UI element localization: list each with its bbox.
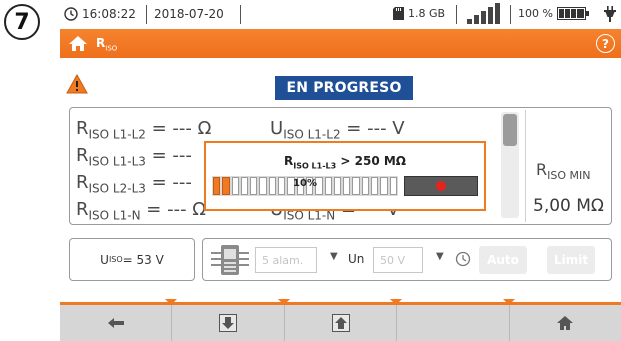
alarm-dropdown[interactable]: 5 alam. xyxy=(255,247,317,273)
chevron-down-icon[interactable]: ▼ xyxy=(330,251,338,262)
r-subscript: ISO L2-L3 xyxy=(88,181,146,196)
bottom-navigation xyxy=(60,299,621,341)
battery-icon xyxy=(556,7,589,20)
storage-text: 1.8 GB xyxy=(408,7,446,20)
voltage-row-l1-l2: UISO L1-L2 = --- V xyxy=(270,118,405,142)
uiso-symbol: U xyxy=(100,252,109,267)
title-bar: RISO ? xyxy=(60,29,621,58)
uiso-display[interactable]: U ISO = 53 V xyxy=(69,238,195,281)
un-dropdown[interactable]: 50 V xyxy=(373,247,423,273)
meter-screen: 7 16:08:22 2018-07-20 1.8 GB 100 % RISO … xyxy=(0,0,621,341)
chevron-down-icon[interactable]: ▼ xyxy=(436,251,444,262)
r-value: = --- Ω xyxy=(140,199,207,220)
time-text: 16:08:22 xyxy=(82,7,136,21)
r-symbol: R xyxy=(76,118,89,139)
help-icon[interactable]: ? xyxy=(596,34,615,53)
limit-button[interactable]: Limit xyxy=(547,246,595,274)
warning-icon xyxy=(66,74,88,94)
divider xyxy=(510,5,511,24)
r-symbol: R xyxy=(76,172,89,193)
nav-page-down-button[interactable] xyxy=(172,299,290,341)
rmin-value: 5,00 MΩ xyxy=(533,196,604,216)
u-value: = --- V xyxy=(340,118,405,139)
rmin-symbol: R xyxy=(536,160,548,179)
progress-percent: 10% xyxy=(293,178,317,189)
u-subscript: ISO L1-L2 xyxy=(283,127,341,142)
divider xyxy=(456,5,457,24)
r-subscript: ISO L1-N xyxy=(88,208,141,223)
alarm-value: 5 alam. xyxy=(262,254,304,267)
uiso-subscript: ISO xyxy=(108,255,123,264)
power-plug-icon xyxy=(604,6,616,22)
auto-button[interactable]: Auto xyxy=(479,246,527,274)
popup-threshold: > 250 MΩ xyxy=(336,154,406,168)
r-value: = --- xyxy=(145,172,192,193)
stop-icon xyxy=(436,181,446,191)
timer-icon[interactable] xyxy=(455,251,471,267)
u-symbol: U xyxy=(270,118,284,139)
popup-r-symbol: R xyxy=(283,154,294,168)
page-down-icon xyxy=(219,314,238,332)
date-text: 2018-07-20 xyxy=(154,7,224,21)
title-main: R xyxy=(96,36,106,50)
date-readout: 2018-07-20 xyxy=(154,7,224,21)
result-row-l1-l2: RISO L1-L2 = --- Ω xyxy=(76,118,211,142)
battery-readout: 100 % xyxy=(518,7,589,20)
r-symbol: R xyxy=(76,145,89,166)
clock-readout: 16:08:22 xyxy=(64,7,136,21)
r-value: = --- Ω xyxy=(145,118,212,139)
progress-popup: RISO L1-L3 > 250 MΩ 10% xyxy=(204,141,486,211)
meter-icon[interactable] xyxy=(211,243,249,277)
signal-strength xyxy=(466,3,502,25)
page-up-icon xyxy=(331,314,350,332)
rmin-label: RISO MIN xyxy=(536,160,590,182)
nav-empty-button[interactable] xyxy=(397,299,515,341)
uiso-value: = 53 V xyxy=(122,252,164,267)
divider xyxy=(146,5,147,24)
storage-readout: 1.8 GB xyxy=(393,7,445,20)
home-icon xyxy=(557,316,574,330)
step-number-badge: 7 xyxy=(4,4,40,40)
un-value: 50 V xyxy=(380,254,406,267)
nav-page-up-button[interactable] xyxy=(285,299,403,341)
status-bar: 16:08:22 2018-07-20 1.8 GB 100 % xyxy=(60,0,621,29)
home-icon[interactable] xyxy=(68,35,88,52)
popup-title: RISO L1-L3 > 250 MΩ xyxy=(206,154,484,170)
popup-r-subscript: ISO L1-L3 xyxy=(293,161,337,171)
results-scrollbar[interactable] xyxy=(501,112,519,218)
clock-icon xyxy=(64,7,78,21)
signal-bars-icon xyxy=(467,3,500,24)
measurement-status-banner: EN PROGRESO xyxy=(275,76,413,100)
parameter-bar: 5 alam. ▼ Un 50 V ▼ Auto Limit xyxy=(202,238,612,281)
divider xyxy=(525,110,526,222)
result-row-l1-n: RISO L1-N = --- Ω xyxy=(76,199,206,223)
nav-home-button[interactable] xyxy=(510,305,621,341)
divider xyxy=(240,5,241,24)
result-row-l1-l3: RISO L1-L3 = --- xyxy=(76,145,192,169)
result-row-l2-l3: RISO L2-L3 = --- xyxy=(76,172,192,196)
sd-card-icon xyxy=(393,7,404,20)
scrollbar-thumb[interactable] xyxy=(503,114,517,146)
stop-button[interactable] xyxy=(404,176,478,196)
screen-title: RISO xyxy=(96,36,117,52)
un-label: Un xyxy=(348,252,365,266)
rmin-subscript: ISO MIN xyxy=(547,169,591,183)
nav-back-button[interactable] xyxy=(60,299,178,341)
r-subscript: ISO L1-L3 xyxy=(88,154,146,169)
r-subscript: ISO L1-L2 xyxy=(88,127,146,142)
battery-percent-text: 100 % xyxy=(518,7,553,20)
arrow-left-icon xyxy=(107,318,124,328)
r-value: = --- xyxy=(145,145,192,166)
title-sub: ISO xyxy=(105,44,118,53)
r-symbol: R xyxy=(76,199,89,220)
